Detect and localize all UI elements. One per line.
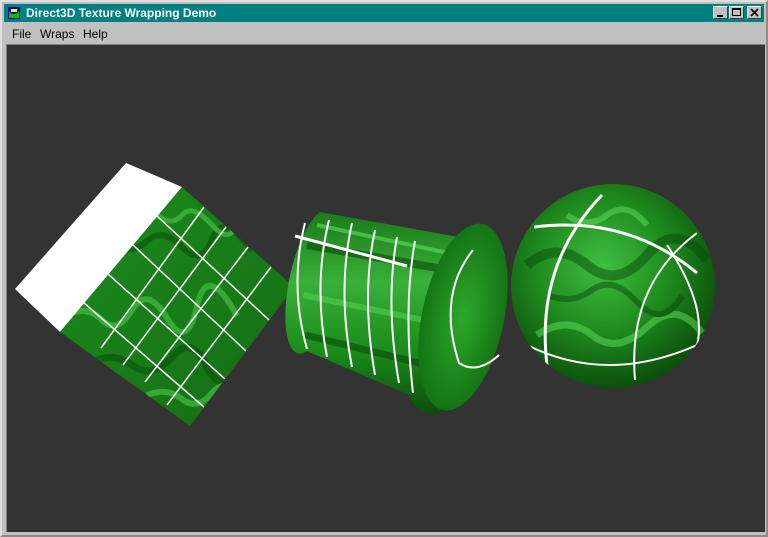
- maximize-button[interactable]: [729, 6, 744, 19]
- textured-cube: [15, 163, 294, 426]
- render-viewport[interactable]: [6, 44, 765, 532]
- maximize-icon: [732, 8, 741, 16]
- title-bar[interactable]: Direct3D Texture Wrapping Demo: [4, 4, 764, 22]
- minimize-icon: [717, 15, 723, 17]
- close-button[interactable]: [747, 6, 762, 19]
- window-title: Direct3D Texture Wrapping Demo: [26, 6, 217, 20]
- minimize-button[interactable]: [713, 6, 728, 19]
- textured-cylinder: [285, 212, 508, 414]
- menu-wraps[interactable]: Wraps: [40, 27, 74, 41]
- textured-sphere: [511, 184, 715, 388]
- app-window: Direct3D Texture Wrapping Demo File Wrap…: [0, 0, 768, 537]
- app-icon: [8, 7, 20, 19]
- menu-bar: File Wraps Help: [4, 24, 764, 43]
- menu-help[interactable]: Help: [83, 27, 108, 41]
- scene-canvas: [15, 163, 715, 426]
- menu-file[interactable]: File: [12, 27, 31, 41]
- close-icon: [750, 8, 759, 17]
